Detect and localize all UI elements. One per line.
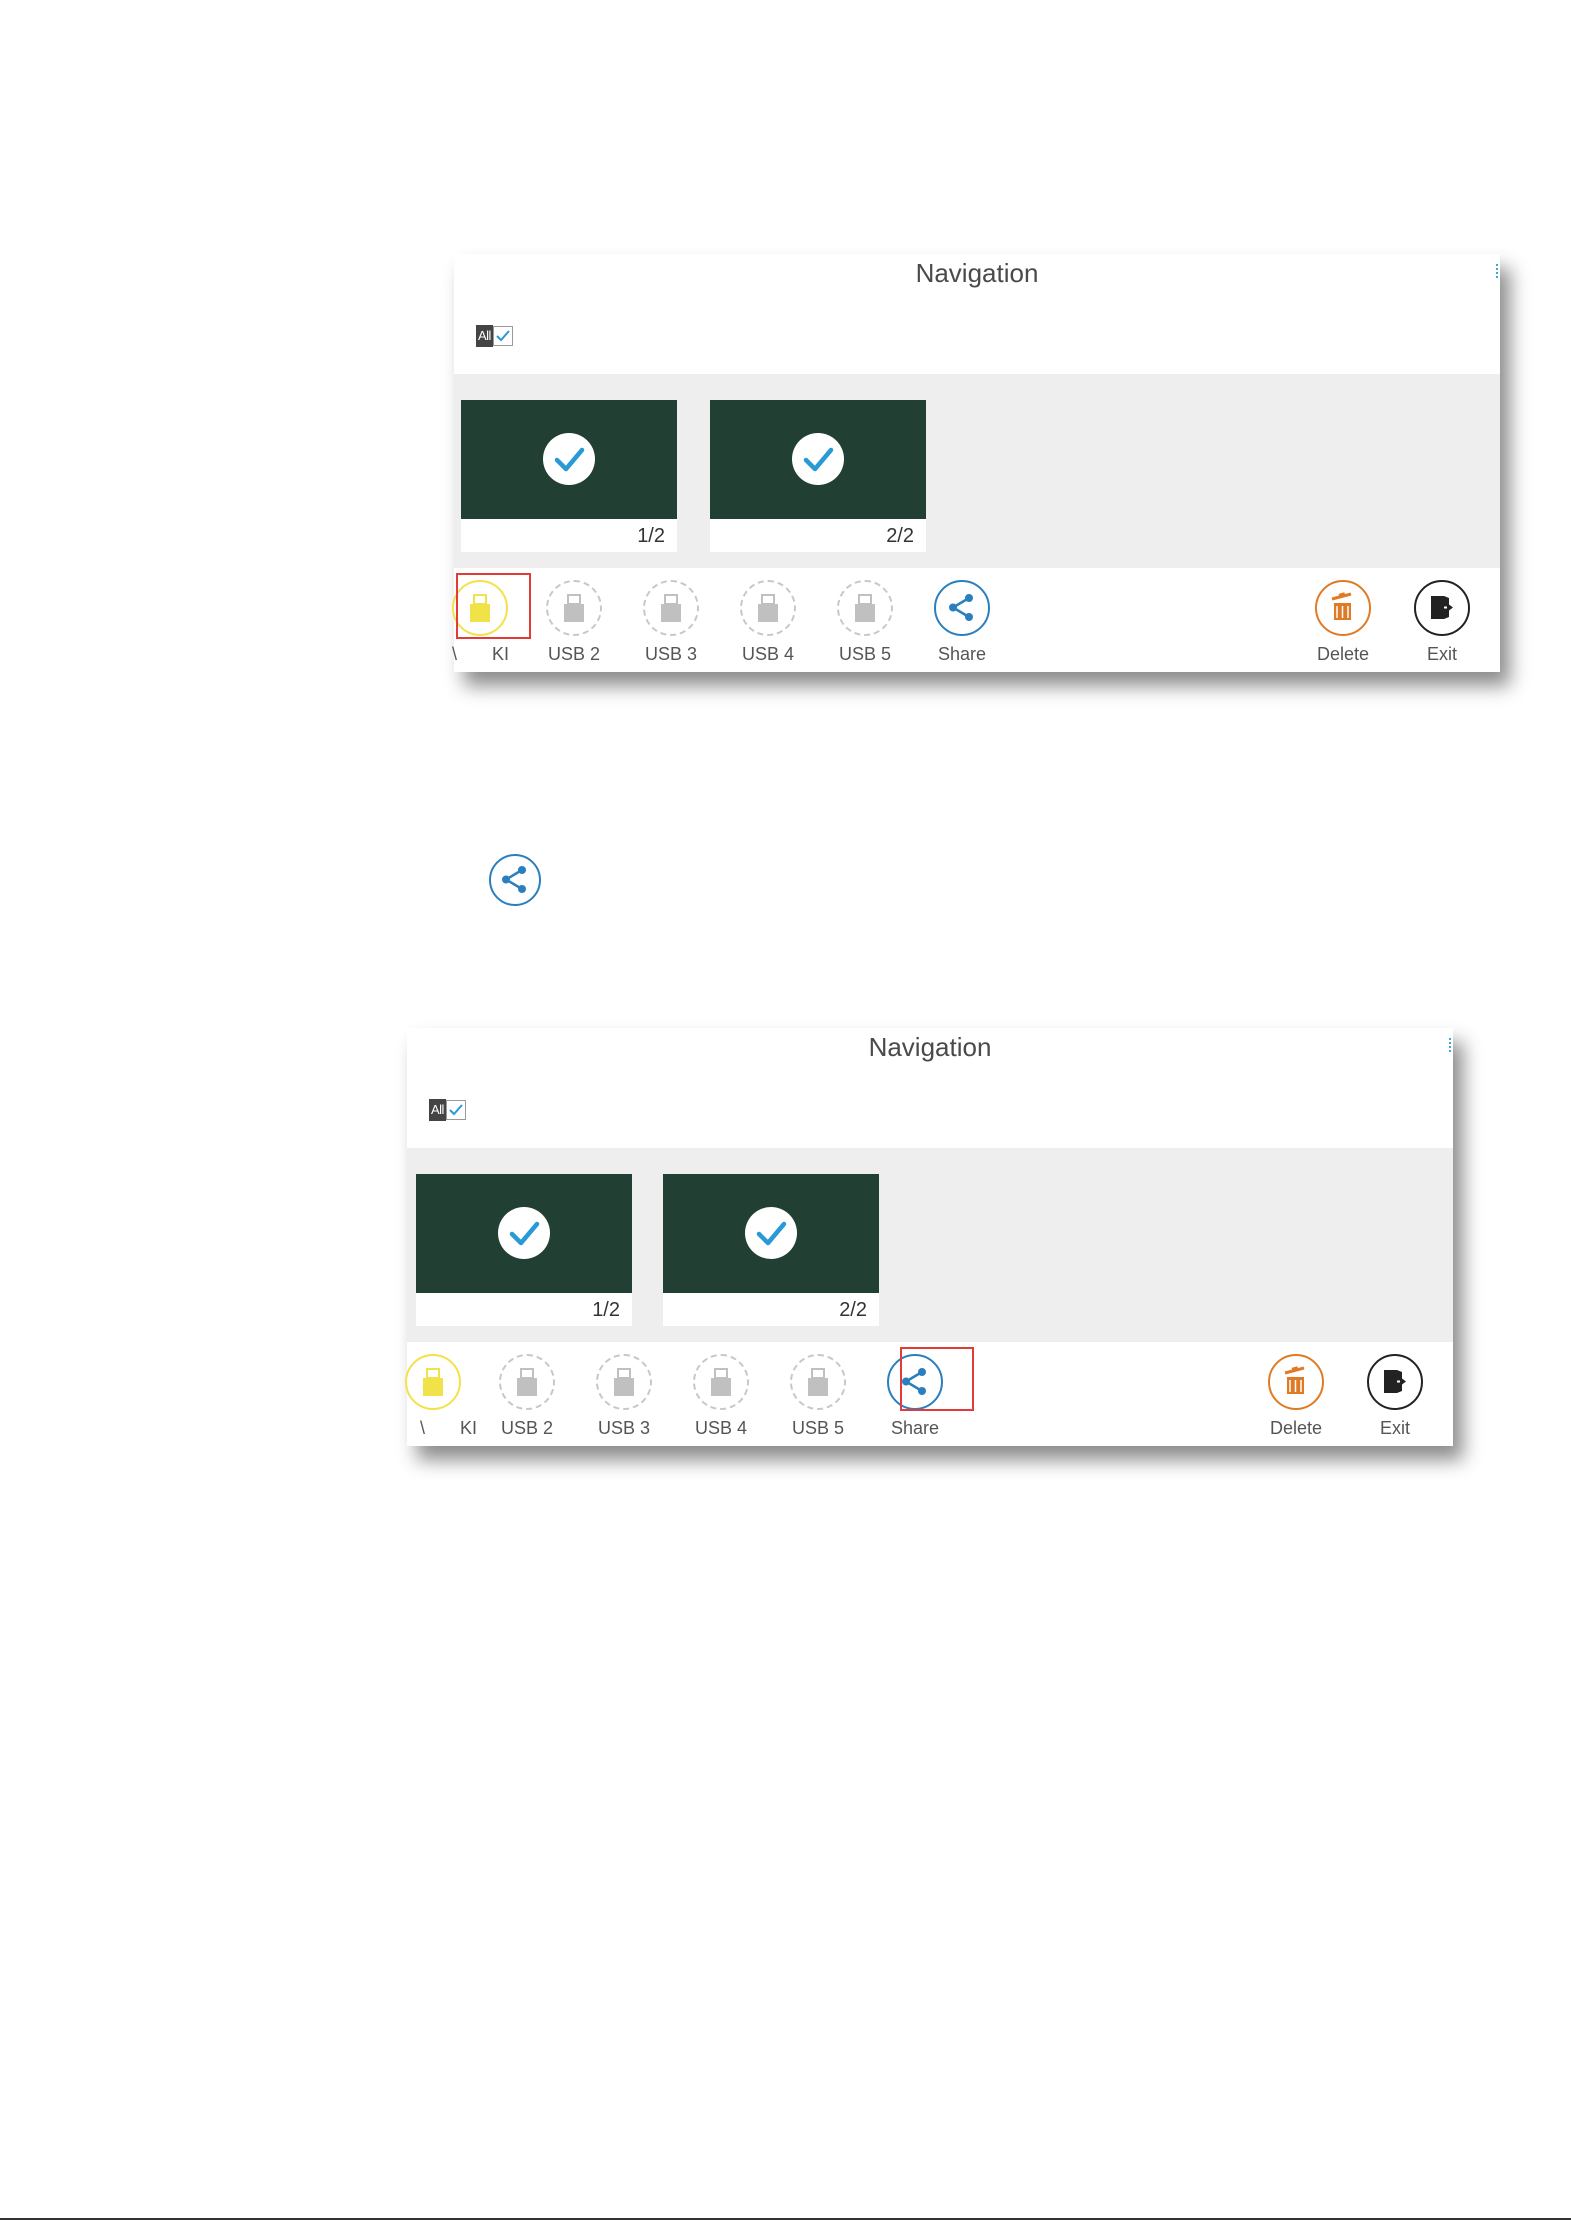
selected-check-icon	[543, 433, 595, 485]
usb-4-label: USB 4	[694, 1418, 748, 1438]
page-thumbnail[interactable]: 1/2	[416, 1174, 632, 1326]
share-icon	[489, 854, 541, 906]
share-label: Share	[937, 644, 987, 664]
usb-2-label: USB 2	[500, 1418, 554, 1438]
usb-3-label: USB 3	[597, 1418, 651, 1438]
page-number: 2/2	[886, 525, 914, 547]
delete-label: Delete	[1269, 1418, 1323, 1438]
select-all-checkbox[interactable]: All	[476, 323, 513, 349]
pages-area: 1/2 2/2	[454, 374, 1500, 568]
usb-3-label: USB 3	[644, 644, 698, 664]
usb-drive-icon	[693, 1354, 749, 1410]
usb-drive-icon	[643, 580, 699, 636]
highlight-box	[456, 573, 531, 639]
usb-drive-icon	[546, 580, 602, 636]
delete-label: Delete	[1316, 644, 1370, 664]
usb-drive-icon	[405, 1354, 461, 1410]
page-preview	[461, 400, 677, 519]
corner-handle	[1492, 264, 1498, 278]
page-preview	[663, 1174, 879, 1293]
select-all-checkbox[interactable]: All	[429, 1097, 466, 1123]
usb-drive-icon	[790, 1354, 846, 1410]
selected-check-icon	[498, 1207, 550, 1259]
select-all-label: All	[429, 1099, 446, 1121]
usb-1-label-left: \	[452, 644, 458, 664]
exit-label: Exit	[1426, 644, 1457, 664]
page-number: 2/2	[839, 1299, 867, 1321]
highlight-box	[900, 1347, 974, 1411]
usb-1-label-right: KI	[460, 1418, 478, 1438]
usb-5-label: USB 5	[791, 1418, 845, 1438]
checkmark-icon	[445, 1100, 466, 1120]
usb-1-label-right: KI	[492, 644, 510, 664]
panel-title: Navigation	[868, 1032, 992, 1062]
checkmark-icon	[492, 326, 513, 346]
page-thumbnail[interactable]: 1/2	[461, 400, 677, 552]
corner-handle	[1445, 1038, 1451, 1052]
select-all-label: All	[476, 325, 493, 347]
trash-icon	[1315, 580, 1371, 636]
navigation-panel-1: Navigation All 1/2 2/2 \ KI USB 2 USB 3 …	[452, 254, 1500, 672]
page-preview	[416, 1174, 632, 1293]
usb-4-label: USB 4	[741, 644, 795, 664]
selected-check-icon	[745, 1207, 797, 1259]
trash-icon	[1268, 1354, 1324, 1410]
usb-1-label-left: \	[420, 1418, 426, 1438]
selected-check-icon	[792, 433, 844, 485]
usb-drive-icon	[837, 580, 893, 636]
exit-icon	[1367, 1354, 1423, 1410]
page-number: 1/2	[592, 1299, 620, 1321]
navigation-panel-2: Navigation All 1/2 2/2 \ KI USB 2 USB 3 …	[405, 1028, 1453, 1446]
pages-area: 1/2 2/2	[407, 1148, 1453, 1342]
toolbar: \ KI USB 2 USB 3 USB 4 USB 5 Share Delet…	[405, 1342, 1453, 1446]
usb-5-label: USB 5	[838, 644, 892, 664]
usb-drive-icon	[596, 1354, 652, 1410]
usb-drive-icon	[499, 1354, 555, 1410]
exit-icon	[1414, 580, 1470, 636]
toolbar: \ KI USB 2 USB 3 USB 4 USB 5 Share Delet…	[452, 568, 1500, 672]
panel-title: Navigation	[915, 258, 1039, 288]
share-label: Share	[890, 1418, 940, 1438]
exit-label: Exit	[1379, 1418, 1410, 1438]
page-thumbnail[interactable]: 2/2	[710, 400, 926, 552]
usb-drive-icon	[740, 580, 796, 636]
page-number: 1/2	[637, 525, 665, 547]
usb-2-label: USB 2	[547, 644, 601, 664]
page-preview	[710, 400, 926, 519]
page-thumbnail[interactable]: 2/2	[663, 1174, 879, 1326]
share-icon	[934, 580, 990, 636]
